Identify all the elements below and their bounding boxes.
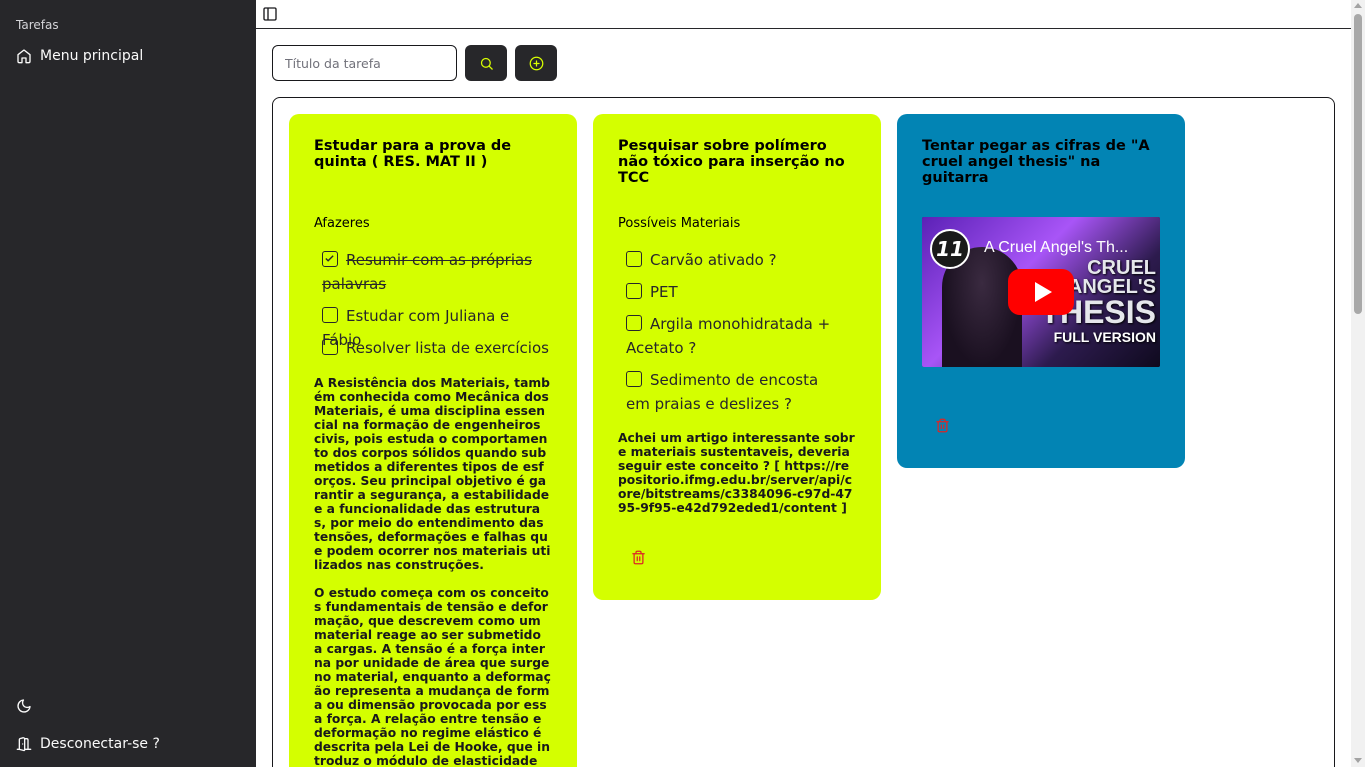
checkbox[interactable] (626, 371, 642, 387)
todo-label: Argila monohidratada + Acetato ? (626, 315, 831, 357)
card-title: Pesquisar sobre polímero não tóxico para… (618, 138, 845, 186)
youtube-embed[interactable]: CRUEL ANGEL'S THESIS FULL VERSION 11 A C… (922, 217, 1160, 367)
card-title: Tentar pegar as cifras de "A cruel angel… (922, 138, 1150, 186)
todo-item[interactable]: Argila monohidratada + Acetato ? (626, 312, 831, 360)
todo-label: Carvão ativado ? (650, 251, 777, 269)
todo-item[interactable]: PET (626, 280, 856, 304)
sidebar-item-label: Menu principal (40, 48, 144, 64)
sidebar-group-label: Tarefas (16, 18, 59, 32)
card-description: Achei um artigo interessante sobre mater… (618, 431, 855, 515)
trash-icon (935, 418, 949, 432)
card-title: Estudar para a prova de quinta ( RES. MA… (314, 138, 512, 170)
play-button[interactable] (1008, 269, 1074, 315)
todo-item[interactable]: Resolver lista de exercícios (322, 336, 552, 360)
card-description: A Resistência dos Materiais, também conh… (314, 376, 551, 767)
checkbox[interactable] (626, 251, 642, 267)
todo-label: PET (650, 283, 678, 301)
todo-label: Sedimento de encosta em praias e deslize… (626, 371, 819, 413)
card-section-label: Afazeres (314, 216, 370, 231)
todo-item[interactable]: Sedimento de encosta em praias e deslize… (626, 368, 846, 416)
sidebar: Tarefas Menu principal Desconectar-se ? (0, 0, 256, 767)
checkbox[interactable] (322, 339, 338, 355)
delete-task-button[interactable] (617, 540, 659, 574)
theme-toggle[interactable] (8, 690, 248, 722)
delete-task-button[interactable] (921, 408, 963, 442)
home-icon (17, 49, 31, 64)
scroll-thumb[interactable] (1354, 14, 1362, 314)
plus-circle-icon (529, 56, 543, 70)
task-card: Pesquisar sobre polímero não tóxico para… (593, 114, 881, 600)
card-section-label: Possíveis Materiais (618, 216, 741, 231)
task-title-input[interactable] (272, 45, 457, 81)
video-title[interactable]: A Cruel Angel's Th... (984, 239, 1128, 257)
todo-label: Resolver lista de exercícios (346, 339, 549, 357)
sidebar-toggle-button[interactable] (262, 6, 278, 22)
checkbox[interactable] (322, 251, 338, 267)
top-header (256, 0, 1351, 29)
checkbox[interactable] (626, 315, 642, 331)
trash-icon (631, 550, 645, 564)
channel-avatar[interactable]: 11 (930, 229, 970, 269)
panel-left-icon (263, 7, 277, 21)
checkbox[interactable] (626, 283, 642, 299)
moon-icon (17, 699, 31, 713)
logout-button[interactable]: Desconectar-se ? (8, 728, 248, 760)
scroll-up-arrow[interactable] (1354, 3, 1362, 8)
logout-label: Desconectar-se ? (40, 736, 160, 752)
add-task-button[interactable] (515, 45, 557, 81)
check-icon (325, 255, 334, 262)
search-icon (480, 57, 493, 70)
checkbox[interactable] (322, 307, 338, 323)
sidebar-item-menu-principal[interactable]: Menu principal (8, 40, 248, 72)
door-icon (16, 737, 32, 752)
search-button[interactable] (465, 45, 507, 81)
todo-label: Resumir com as próprias palavras (322, 251, 532, 293)
page-scrollbar[interactable] (1351, 0, 1365, 767)
scroll-down-arrow[interactable] (1354, 758, 1362, 763)
task-card: Estudar para a prova de quinta ( RES. MA… (289, 114, 577, 767)
thumb-text-line: FULL VERSION (1053, 329, 1156, 346)
todo-item[interactable]: Carvão ativado ? (626, 248, 856, 272)
todo-item[interactable]: Resumir com as próprias palavras (322, 248, 537, 296)
